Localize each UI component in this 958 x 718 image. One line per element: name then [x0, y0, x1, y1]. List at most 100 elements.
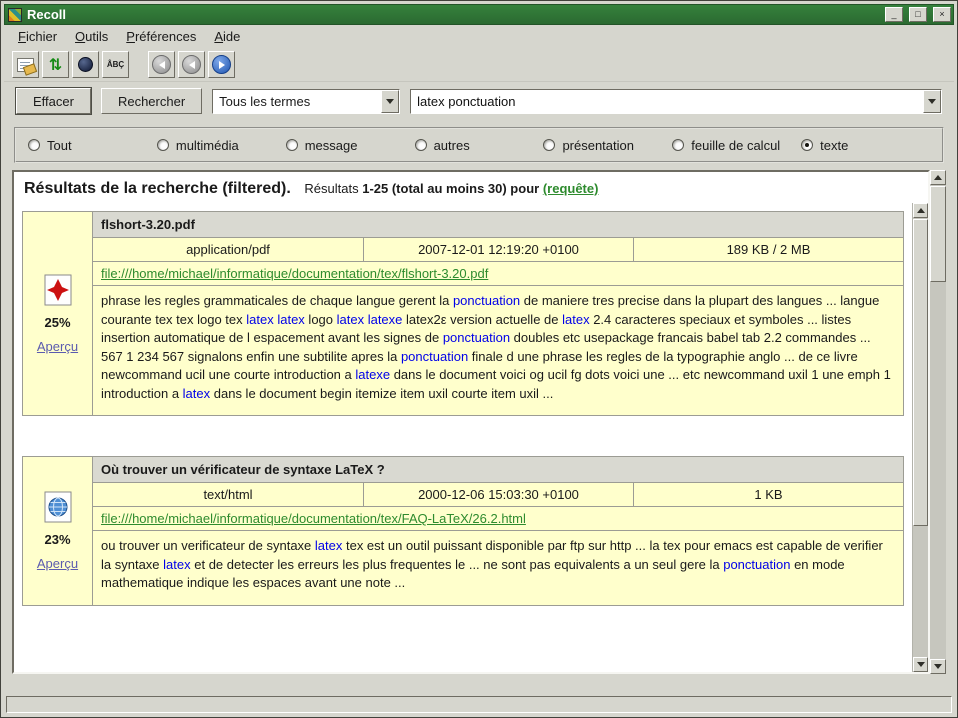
erase-icon — [17, 58, 34, 72]
history-button[interactable] — [72, 51, 99, 78]
highlighted-term: latex latexe — [337, 312, 403, 327]
result-size: 189 KB / 2 MB — [633, 238, 903, 261]
chevron-down-icon[interactable] — [381, 90, 399, 113]
highlighted-term: ponctuation — [443, 330, 510, 345]
pdf-file-icon — [43, 274, 73, 306]
result-mime-type: text/html — [93, 483, 363, 506]
filter-autres[interactable]: autres — [415, 138, 544, 153]
search-mode-select[interactable]: Tous les termes — [212, 89, 400, 114]
inner-scrollbar[interactable] — [912, 203, 928, 672]
result-info-row: application/pdf 2007-12-01 12:19:20 +010… — [93, 238, 903, 262]
filter-feuille-de-calcul[interactable]: feuille de calcul — [672, 138, 801, 153]
results-title: Résultats de la recherche (filtered). — [24, 180, 291, 197]
search-input[interactable] — [411, 90, 923, 113]
filter-texte[interactable]: texte — [801, 138, 930, 153]
statusbar — [6, 696, 952, 713]
filter-message[interactable]: message — [286, 138, 415, 153]
results-range: 1-25 (total au moins 30) pour — [362, 181, 539, 196]
filter-label: Tout — [47, 138, 72, 153]
titlebar[interactable]: Recoll _ □ × — [4, 4, 954, 25]
scroll-down-icon[interactable] — [930, 659, 946, 674]
result-title: Où trouver un vérificateur de syntaxe La… — [93, 457, 903, 483]
filter-label: texte — [820, 138, 848, 153]
highlighted-term: latex — [562, 312, 589, 327]
previous-page-button[interactable] — [178, 51, 205, 78]
result-snippet: phrase les regles grammaticales de chaqu… — [93, 286, 903, 415]
result-url-link[interactable]: file:///home/michael/informatique/docume… — [101, 511, 526, 526]
filter-label: présentation — [562, 138, 634, 153]
results-list: 25% Aperçu flshort-3.20.pdf application/… — [14, 203, 912, 672]
filter-tout[interactable]: Tout — [28, 138, 157, 153]
outer-scrollbar-trough[interactable] — [930, 185, 946, 659]
result-date: 2000-12-06 15:03:30 +0100 — [363, 483, 633, 506]
clear-button[interactable]: Effacer — [16, 88, 91, 114]
highlighted-term: latexe — [355, 367, 390, 382]
back-arrow-icon — [182, 55, 201, 74]
scroll-up-icon[interactable] — [930, 170, 946, 185]
sort-arrows-icon: ⇅ — [49, 57, 62, 73]
result-side-panel: 25% Aperçu — [23, 212, 93, 415]
result-url-link[interactable]: file:///home/michael/informatique/docume… — [101, 266, 488, 281]
filter-label: autres — [434, 138, 470, 153]
result-mime-type: application/pdf — [93, 238, 363, 261]
filter-bar: Tout multimédia message autres présentation f… — [14, 127, 944, 163]
highlighted-term: ponctuation — [401, 349, 468, 364]
first-page-button[interactable] — [148, 51, 175, 78]
result-item: 25% Aperçu flshort-3.20.pdf application/… — [22, 211, 904, 416]
result-details: flshort-3.20.pdf application/pdf 2007-12… — [93, 212, 903, 415]
window-title: Recoll — [27, 7, 879, 22]
radio-icon — [286, 139, 298, 151]
filter-presentation[interactable]: présentation — [543, 138, 672, 153]
highlighted-term: ponctuation — [453, 293, 520, 308]
inner-scrollbar-thumb[interactable] — [913, 219, 928, 526]
radio-icon — [157, 139, 169, 151]
result-snippet: ou trouver un verificateur de syntaxe la… — [93, 531, 903, 605]
result-url-row: file:///home/michael/informatique/docume… — [93, 507, 903, 531]
results-scroll-region: 25% Aperçu flshort-3.20.pdf application/… — [14, 203, 928, 672]
outer-scrollbar[interactable] — [930, 170, 946, 674]
results-area: Résultats de la recherche (filtered). Ré… — [12, 170, 946, 674]
query-link[interactable]: (requête) — [543, 181, 599, 196]
next-page-button[interactable] — [208, 51, 235, 78]
outer-scrollbar-thumb[interactable] — [930, 186, 946, 282]
results-header: Résultats de la recherche (filtered). Ré… — [14, 172, 928, 203]
abc-spell-icon: ÂBÇ — [107, 60, 124, 69]
term-explorer-button[interactable]: ÂBÇ — [102, 51, 129, 78]
radio-icon — [28, 139, 40, 151]
search-mode-value: Tous les termes — [213, 90, 381, 113]
result-url-row: file:///home/michael/informatique/docume… — [93, 262, 903, 286]
radio-icon — [543, 139, 555, 151]
result-size: 1 KB — [633, 483, 903, 506]
maximize-icon[interactable]: □ — [909, 7, 927, 22]
highlighted-term: ponctuation — [723, 557, 790, 572]
filter-label: message — [305, 138, 358, 153]
minimize-icon[interactable]: _ — [885, 7, 903, 22]
search-input-wrap — [410, 89, 942, 114]
menu-item-preferences[interactable]: Préférences — [117, 26, 205, 47]
filter-multimedia[interactable]: multimédia — [157, 138, 286, 153]
filter-label: feuille de calcul — [691, 138, 780, 153]
scroll-up-icon[interactable] — [913, 203, 928, 218]
highlighted-term: latex latex — [246, 312, 305, 327]
results-pane: Résultats de la recherche (filtered). Ré… — [12, 170, 930, 674]
menu-item-outils[interactable]: Outils — [66, 26, 117, 47]
search-button[interactable]: Rechercher — [101, 88, 202, 114]
recoll-window: Recoll _ □ × FichierOutilsPréférencesAid… — [0, 0, 958, 718]
preview-link[interactable]: Aperçu — [37, 556, 78, 571]
sort-button[interactable]: ⇅ — [42, 51, 69, 78]
menubar: FichierOutilsPréférencesAide — [4, 25, 954, 48]
result-info-row: text/html 2000-12-06 15:03:30 +0100 1 KB — [93, 483, 903, 507]
clear-search-button[interactable] — [12, 51, 39, 78]
chevron-down-icon[interactable] — [923, 90, 941, 113]
inner-scrollbar-trough[interactable] — [913, 218, 928, 657]
toolbar: ⇅ ÂBÇ — [4, 48, 954, 82]
filter-label: multimédia — [176, 138, 239, 153]
search-controls: Effacer Rechercher Tous les termes — [4, 82, 954, 119]
close-icon[interactable]: × — [933, 7, 951, 22]
forward-arrow-icon — [212, 55, 231, 74]
scroll-down-icon[interactable] — [913, 657, 928, 672]
menu-item-fichier[interactable]: Fichier — [9, 26, 66, 47]
menu-item-aide[interactable]: Aide — [205, 26, 249, 47]
result-title: flshort-3.20.pdf — [93, 212, 903, 238]
preview-link[interactable]: Aperçu — [37, 339, 78, 354]
